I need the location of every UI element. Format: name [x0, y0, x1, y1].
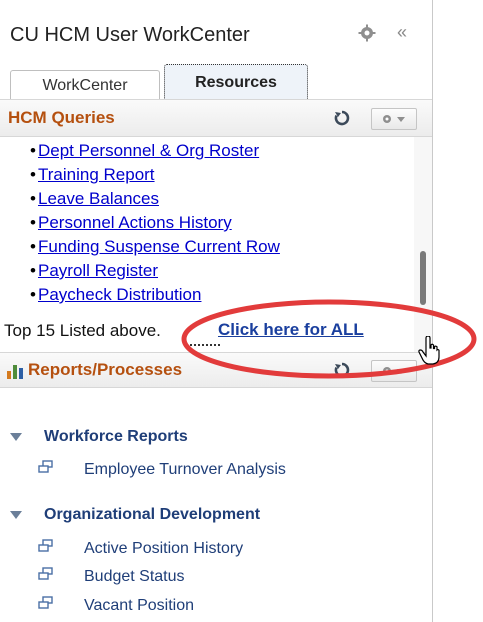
group-label: Workforce Reports — [44, 428, 188, 445]
tab-workcenter[interactable]: WorkCenter — [10, 70, 160, 101]
collapse-triangle-icon[interactable] — [10, 432, 22, 441]
tab-bar: WorkCenter Resources — [0, 64, 432, 101]
refresh-icon[interactable] — [334, 362, 350, 378]
query-link[interactable]: Paycheck Distribution — [38, 285, 201, 304]
report-link[interactable]: Active Position History — [84, 540, 243, 558]
section-options-menu[interactable] — [371, 108, 417, 130]
group-organizational-development[interactable]: Organizational Development — [10, 506, 260, 524]
hand-pointer-icon — [418, 336, 440, 365]
gear-icon[interactable] — [358, 24, 376, 42]
scrollbar-thumb[interactable] — [420, 251, 426, 305]
collapse-triangle-icon[interactable] — [10, 510, 22, 519]
show-all-queries-link[interactable]: Click here for ALL — [218, 320, 364, 340]
query-link[interactable]: Personnel Actions History — [38, 213, 232, 232]
workcenter-panel: CU HCM User WorkCenter « WorkCenter Reso… — [0, 0, 433, 622]
query-list: • Dept Personnel & Org Roster • Training R… — [0, 137, 414, 309]
query-link[interactable]: Leave Balances — [38, 189, 159, 208]
report-link[interactable]: Budget Status — [84, 568, 185, 586]
dotted-underline — [186, 344, 220, 346]
page-title: CU HCM User WorkCenter — [10, 24, 250, 46]
report-link-icon — [38, 539, 54, 553]
report-link[interactable]: Employee Turnover Analysis — [84, 461, 286, 479]
group-workforce-reports[interactable]: Workforce Reports — [10, 428, 188, 446]
list-item[interactable]: • Paycheck Distribution — [30, 285, 201, 307]
panel-header: CU HCM User WorkCenter « — [0, 0, 432, 66]
section-title: Reports/Processes — [28, 360, 183, 379]
bar-chart-icon — [6, 362, 26, 380]
list-item[interactable]: • Leave Balances — [30, 189, 159, 211]
query-footer-text: Top 15 Listed above. — [4, 321, 161, 340]
query-link[interactable]: Payroll Register — [38, 261, 158, 280]
scrollbar[interactable] — [414, 137, 432, 355]
list-item[interactable]: • Dept Personnel & Org Roster — [30, 141, 259, 163]
query-link[interactable]: Dept Personnel & Org Roster — [38, 141, 259, 160]
query-link[interactable]: Training Report — [38, 165, 155, 184]
list-item[interactable]: • Funding Suspense Current Row — [30, 237, 280, 259]
report-link-icon — [38, 596, 54, 610]
section-options-menu[interactable] — [371, 360, 417, 382]
list-item[interactable]: • Training Report — [30, 165, 155, 187]
collapse-panel-button[interactable]: « — [397, 22, 407, 43]
list-item[interactable]: • Personnel Actions History — [30, 213, 232, 235]
hcm-queries-header: HCM Queries — [0, 99, 432, 137]
group-label: Organizational Development — [44, 506, 261, 523]
report-link[interactable]: Vacant Position — [84, 597, 194, 615]
list-item[interactable]: • Payroll Register — [30, 261, 158, 283]
report-link-icon — [38, 460, 54, 474]
report-link-icon — [38, 567, 54, 581]
section-title: HCM Queries — [8, 108, 115, 127]
query-link[interactable]: Funding Suspense Current Row — [38, 237, 280, 256]
tab-resources[interactable]: Resources — [164, 64, 308, 101]
reports-processes-header: Reports/Processes — [0, 352, 432, 388]
refresh-icon[interactable] — [334, 110, 350, 126]
